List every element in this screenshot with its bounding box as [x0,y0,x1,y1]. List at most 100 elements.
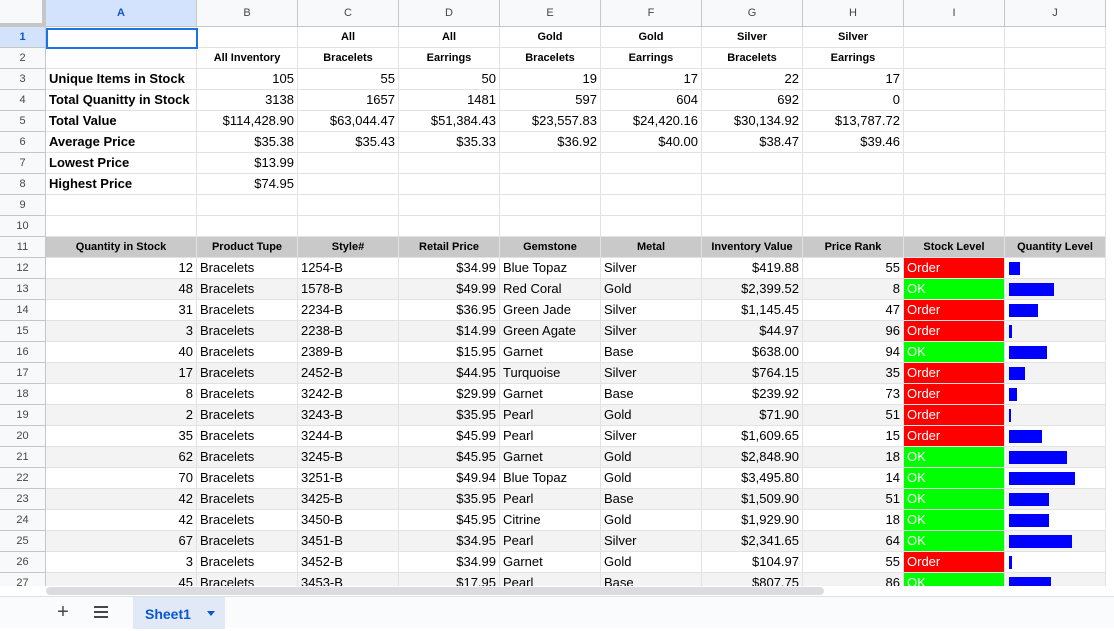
cell-E8[interactable] [500,174,601,195]
stock-level-cell[interactable]: OK [904,468,1005,489]
cell-D17[interactable]: $44.95 [399,363,500,384]
cell-F11[interactable]: Metal [601,237,702,258]
cell-C3[interactable]: 55 [298,69,399,90]
cell-C25[interactable]: 3451-B [298,531,399,552]
cell-G8[interactable] [702,174,803,195]
cell-B12[interactable]: Bracelets [197,258,298,279]
cell-H1[interactable]: Silver [803,27,904,48]
row-header-16[interactable]: 16 [0,342,46,363]
row-header-2[interactable]: 2 [0,48,46,69]
cell-D14[interactable]: $36.95 [399,300,500,321]
cell-A11[interactable]: Quantity in Stock [46,237,197,258]
cell-G5[interactable]: $30,134.92 [702,111,803,132]
stock-level-cell[interactable]: OK [904,510,1005,531]
cell-J11[interactable]: Quantity Level [1005,237,1106,258]
cell-J9[interactable] [1005,195,1106,216]
cell-B1[interactable] [197,27,298,48]
cell-G9[interactable] [702,195,803,216]
row-header-1[interactable]: 1 [0,27,46,48]
cell-E6[interactable]: $36.92 [500,132,601,153]
cell-E17[interactable]: Turquoise [500,363,601,384]
select-all-corner[interactable] [0,0,46,27]
cell-D2[interactable]: Earrings [399,48,500,69]
cell-B26[interactable]: Bracelets [197,552,298,573]
cell-A6[interactable]: Average Price [46,132,197,153]
cell-A19[interactable]: 2 [46,405,197,426]
cell-D24[interactable]: $45.95 [399,510,500,531]
cell-D9[interactable] [399,195,500,216]
column-header-J[interactable]: J [1005,0,1106,27]
row-header-26[interactable]: 26 [0,552,46,573]
cell-C27[interactable]: 3453-B [298,573,399,586]
cell-J6[interactable] [1005,132,1106,153]
column-header-A[interactable]: A [46,0,197,27]
quantity-level-cell[interactable] [1005,363,1106,384]
cell-A20[interactable]: 35 [46,426,197,447]
cell-I11[interactable]: Stock Level [904,237,1005,258]
cell-A22[interactable]: 70 [46,468,197,489]
horizontal-scrollbar[interactable] [46,586,1114,596]
cell-D11[interactable]: Retail Price [399,237,500,258]
cell-H21[interactable]: 18 [803,447,904,468]
cell-A23[interactable]: 42 [46,489,197,510]
cell-B2[interactable]: All Inventory [197,48,298,69]
cell-A17[interactable]: 17 [46,363,197,384]
cell-C24[interactable]: 3450-B [298,510,399,531]
cell-H22[interactable]: 14 [803,468,904,489]
stock-level-cell[interactable]: Order [904,384,1005,405]
cell-F1[interactable]: Gold [601,27,702,48]
cell-C18[interactable]: 3242-B [298,384,399,405]
cell-G18[interactable]: $239.92 [702,384,803,405]
cell-F26[interactable]: Gold [601,552,702,573]
column-header-I[interactable]: I [904,0,1005,27]
cell-E18[interactable]: Garnet [500,384,601,405]
cell-F19[interactable]: Gold [601,405,702,426]
cell-E16[interactable]: Garnet [500,342,601,363]
cell-G16[interactable]: $638.00 [702,342,803,363]
quantity-level-cell[interactable] [1005,531,1106,552]
stock-level-cell[interactable]: Order [904,426,1005,447]
cell-E24[interactable]: Citrine [500,510,601,531]
row-header-6[interactable]: 6 [0,132,46,153]
cell-I5[interactable] [904,111,1005,132]
cell-E26[interactable]: Garnet [500,552,601,573]
cell-G7[interactable] [702,153,803,174]
cell-H23[interactable]: 51 [803,489,904,510]
cell-D19[interactable]: $35.95 [399,405,500,426]
cell-H24[interactable]: 18 [803,510,904,531]
cell-A26[interactable]: 3 [46,552,197,573]
cell-D20[interactable]: $45.99 [399,426,500,447]
quantity-level-cell[interactable] [1005,489,1106,510]
cell-E7[interactable] [500,153,601,174]
stock-level-cell[interactable]: Order [904,258,1005,279]
quantity-level-cell[interactable] [1005,552,1106,573]
cell-A14[interactable]: 31 [46,300,197,321]
cell-G17[interactable]: $764.15 [702,363,803,384]
cell-G4[interactable]: 692 [702,90,803,111]
cell-B14[interactable]: Bracelets [197,300,298,321]
stock-level-cell[interactable]: Order [904,405,1005,426]
cell-I10[interactable] [904,216,1005,237]
quantity-level-cell[interactable] [1005,279,1106,300]
cell-F6[interactable]: $40.00 [601,132,702,153]
caret-down-icon[interactable] [207,611,215,616]
cell-C14[interactable]: 2234-B [298,300,399,321]
cell-D25[interactable]: $34.95 [399,531,500,552]
cell-H14[interactable]: 47 [803,300,904,321]
cell-D18[interactable]: $29.99 [399,384,500,405]
row-header-9[interactable]: 9 [0,195,46,216]
cell-C11[interactable]: Style# [298,237,399,258]
cell-G13[interactable]: $2,399.52 [702,279,803,300]
cell-G20[interactable]: $1,609.65 [702,426,803,447]
quantity-level-cell[interactable] [1005,510,1106,531]
cell-F15[interactable]: Silver [601,321,702,342]
stock-level-cell[interactable]: Order [904,363,1005,384]
cell-H25[interactable]: 64 [803,531,904,552]
cell-J10[interactable] [1005,216,1106,237]
row-header-20[interactable]: 20 [0,426,46,447]
cell-G10[interactable] [702,216,803,237]
cell-A3[interactable]: Unique Items in Stock [46,69,197,90]
cell-G6[interactable]: $38.47 [702,132,803,153]
column-header-F[interactable]: F [601,0,702,27]
cell-H7[interactable] [803,153,904,174]
